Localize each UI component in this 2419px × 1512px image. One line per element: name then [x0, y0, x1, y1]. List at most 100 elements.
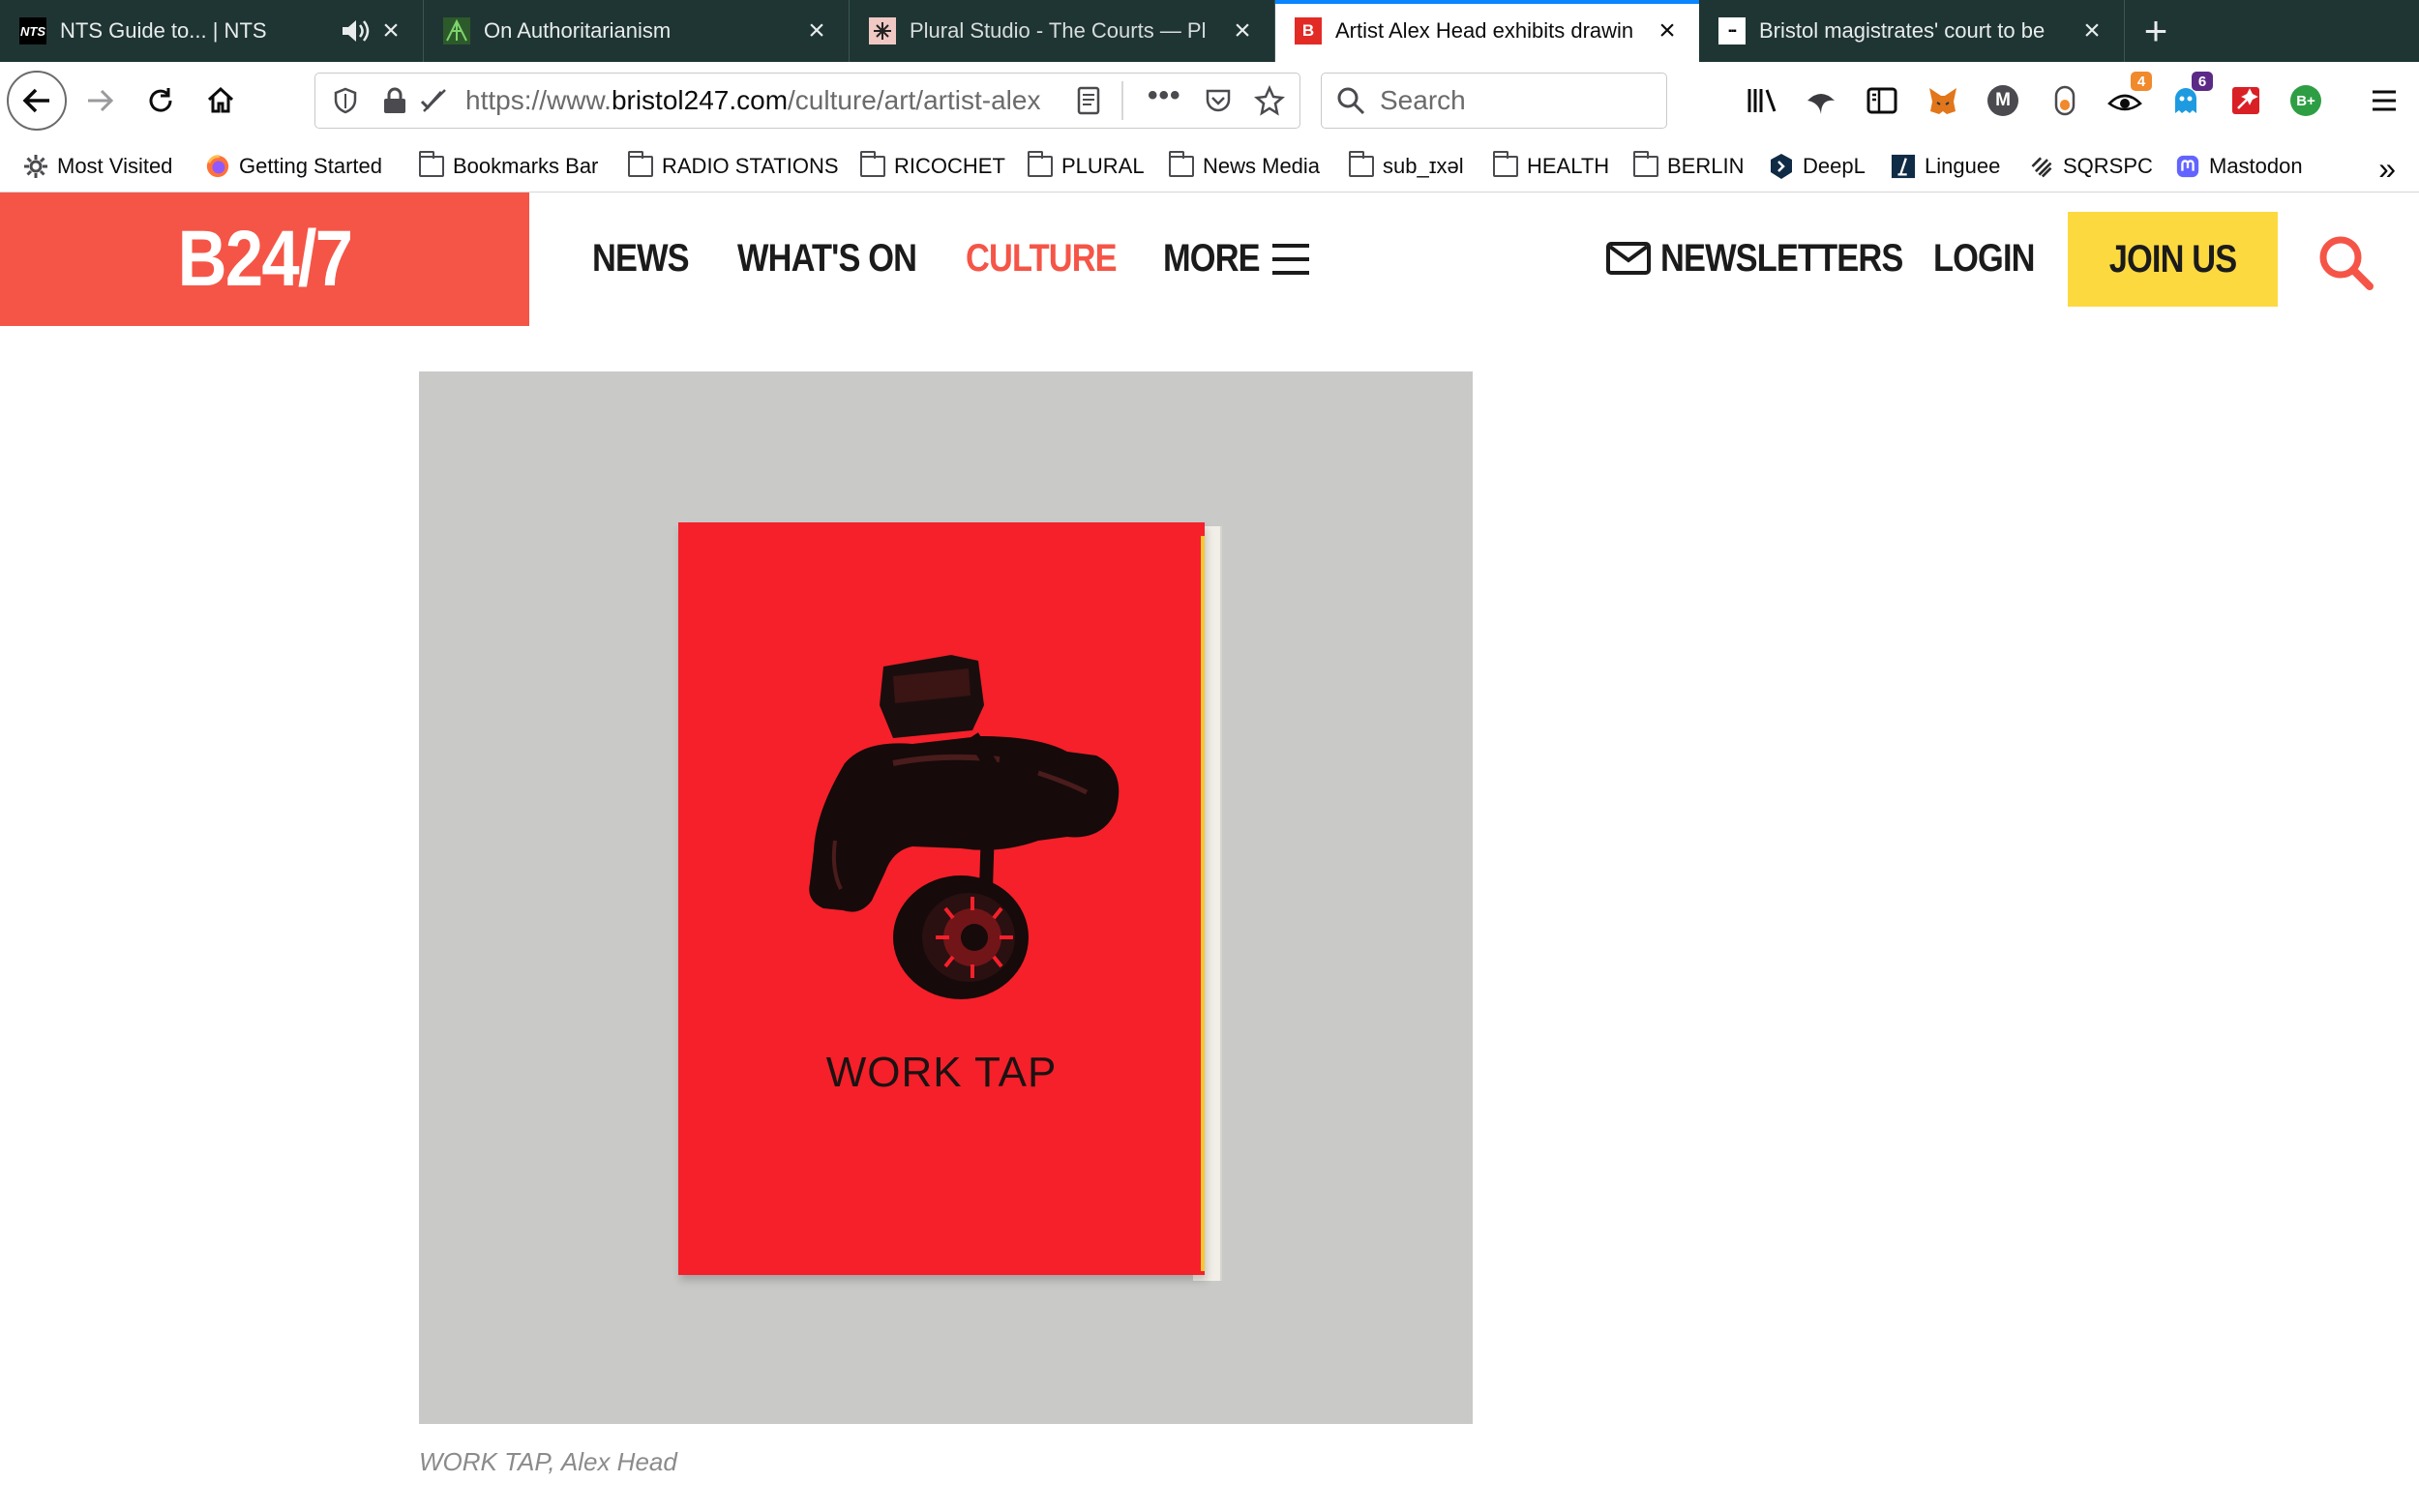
- bookmark-getting-started[interactable]: Getting Started: [205, 139, 382, 193]
- arrow-left-icon: [22, 88, 49, 113]
- bookmark-label: Bookmarks Bar: [453, 153, 599, 178]
- bookmark-folder-plural[interactable]: PLURAL: [1028, 139, 1145, 193]
- envelope-icon: [1606, 242, 1651, 275]
- bookmarks-overflow-icon[interactable]: »: [2378, 151, 2396, 187]
- permissions-icon[interactable]: [418, 86, 449, 115]
- linguee-icon: [1891, 154, 1916, 179]
- tab-bristol-magistrates[interactable]: ▪▪▪ Bristol magistrates' court to be ×: [1699, 0, 2125, 62]
- bristol247-favicon: B: [1295, 17, 1322, 44]
- bookmark-folder-ricochet[interactable]: RICOCHET: [860, 139, 1005, 193]
- speaker-icon[interactable]: [340, 16, 373, 45]
- folder-icon: [1169, 150, 1194, 179]
- close-tab-icon[interactable]: ×: [1653, 15, 1682, 46]
- extension-wand-button[interactable]: [2226, 81, 2265, 120]
- bookmark-most-visited[interactable]: Most Visited: [23, 139, 172, 193]
- article-image: WORK TAP: [419, 371, 1473, 1424]
- bookmark-deepl[interactable]: DeepL: [1769, 139, 1866, 193]
- search-placeholder: Search: [1380, 85, 1466, 115]
- nav-newsletters-label: NEWSLETTERS: [1660, 237, 1903, 280]
- nav-more-label: MORE: [1163, 237, 1261, 280]
- m-icon: M: [1987, 85, 2018, 116]
- lock-icon[interactable]: [381, 86, 408, 115]
- tap-illustration: [809, 655, 1120, 999]
- bookmark-label: RADIO STATIONS: [662, 153, 839, 178]
- bookmark-label: RICOCHET: [894, 153, 1005, 178]
- bookmark-label: DeepL: [1803, 153, 1866, 178]
- app-menu-button[interactable]: [2365, 81, 2404, 120]
- pocket-icon[interactable]: [1204, 86, 1233, 115]
- bookmark-folder-news-media[interactable]: News Media: [1169, 139, 1320, 193]
- bookmark-folder-bookmarks-bar[interactable]: Bookmarks Bar: [419, 139, 598, 193]
- bookmark-star-icon[interactable]: [1254, 85, 1285, 116]
- close-tab-icon[interactable]: ×: [802, 15, 831, 46]
- tab-on-authoritarianism[interactable]: On Authoritarianism ×: [424, 0, 850, 62]
- folder-icon: [1493, 150, 1518, 179]
- nav-culture-label: CULTURE: [966, 237, 1118, 280]
- forward-button[interactable]: [73, 73, 129, 129]
- library-button[interactable]: [1744, 81, 1782, 120]
- bookmark-folder-sub[interactable]: sub_ɪxǝl: [1349, 139, 1464, 193]
- bookmark-label: PLURAL: [1061, 153, 1145, 178]
- bookmark-folder-health[interactable]: HEALTH: [1493, 139, 1609, 193]
- tab-title: NTS Guide to... | NTS: [60, 18, 267, 43]
- extension-eye-button[interactable]: 4: [2105, 72, 2152, 120]
- tab-artist-alex-head[interactable]: B Artist Alex Head exhibits drawin ×: [1275, 0, 1699, 62]
- home-icon: [207, 86, 234, 113]
- nav-newsletters[interactable]: NEWSLETTERS: [1660, 231, 1942, 285]
- url-path: /culture/art/artist-alex: [788, 85, 1041, 115]
- extension-m-button[interactable]: M: [1984, 81, 2022, 120]
- extension-bird-button[interactable]: [1802, 81, 1840, 120]
- bookmark-label: Mastodon: [2209, 153, 2303, 178]
- site-logo[interactable]: B24/7: [0, 193, 529, 326]
- tab-nts[interactable]: NTS NTS Guide to... | NTS ×: [0, 0, 424, 62]
- extension-badge: 6: [2192, 72, 2213, 91]
- nav-more[interactable]: MORE: [1163, 231, 1275, 285]
- shield-icon[interactable]: [331, 86, 360, 115]
- nav-culture[interactable]: CULTURE: [966, 231, 1141, 285]
- close-tab-icon[interactable]: ×: [2077, 15, 2106, 46]
- extension-bplus-button[interactable]: B+: [2286, 81, 2325, 120]
- bookmark-linguee[interactable]: Linguee: [1891, 139, 2000, 193]
- close-tab-icon[interactable]: ×: [376, 15, 405, 46]
- folder-icon: [1349, 150, 1374, 179]
- page-actions-icon[interactable]: •••: [1148, 79, 1181, 112]
- back-button[interactable]: [7, 71, 67, 131]
- menu-icon[interactable]: [1270, 242, 1311, 277]
- capsule-icon: [2054, 85, 2076, 116]
- bookmark-folder-radio-stations[interactable]: RADIO STATIONS: [628, 139, 839, 193]
- nav-whats-on[interactable]: WHAT'S ON: [737, 231, 945, 285]
- nav-login[interactable]: LOGIN: [1933, 231, 2051, 285]
- bookmark-sqrspc[interactable]: SQRSPC: [2029, 139, 2153, 193]
- sidebar-button[interactable]: [1863, 81, 1901, 120]
- join-us-button[interactable]: JOIN US: [2068, 212, 2278, 307]
- search-box[interactable]: Search: [1321, 73, 1667, 129]
- extension-capsule-button[interactable]: [2046, 81, 2084, 120]
- url-text[interactable]: https://www.bristol247.com/culture/art/a…: [465, 74, 1375, 128]
- mastodon-icon: [2175, 154, 2200, 179]
- bookmark-label: sub_ɪxǝl: [1383, 153, 1464, 178]
- bird-icon: [1807, 94, 1835, 114]
- nav-news-label: NEWS: [592, 237, 690, 280]
- folder-icon: [1633, 150, 1658, 179]
- tab-plural-studio[interactable]: Plural Studio - The Courts — Pl ×: [850, 0, 1275, 62]
- home-button[interactable]: [193, 73, 249, 129]
- close-tab-icon[interactable]: ×: [1228, 15, 1257, 46]
- news-favicon: ▪▪▪: [1718, 17, 1746, 44]
- booklet-title: WORK TAP: [825, 1049, 1058, 1096]
- url-bar[interactable]: https://www.bristol247.com/culture/art/a…: [314, 73, 1300, 129]
- nav-login-label: LOGIN: [1933, 237, 2035, 280]
- bookmark-folder-berlin[interactable]: BERLIN: [1633, 139, 1744, 193]
- join-us-label: JOIN US: [2108, 237, 2237, 281]
- metamask-button[interactable]: [1924, 81, 1962, 120]
- new-tab-button[interactable]: +: [2125, 0, 2187, 62]
- reader-view-icon[interactable]: [1075, 86, 1102, 115]
- extension-ghost-button[interactable]: 6: [2166, 72, 2213, 120]
- nav-news[interactable]: NEWS: [592, 231, 704, 285]
- reload-button[interactable]: [133, 73, 189, 129]
- leaf-favicon: [443, 17, 470, 44]
- tab-strip: NTS NTS Guide to... | NTS × On Authorita…: [0, 0, 2419, 62]
- site-search-icon[interactable]: [2316, 233, 2374, 291]
- image-caption: WORK TAP, Alex Head: [419, 1447, 677, 1476]
- bookmark-mastodon[interactable]: Mastodon: [2175, 139, 2303, 193]
- folder-icon: [1028, 150, 1053, 179]
